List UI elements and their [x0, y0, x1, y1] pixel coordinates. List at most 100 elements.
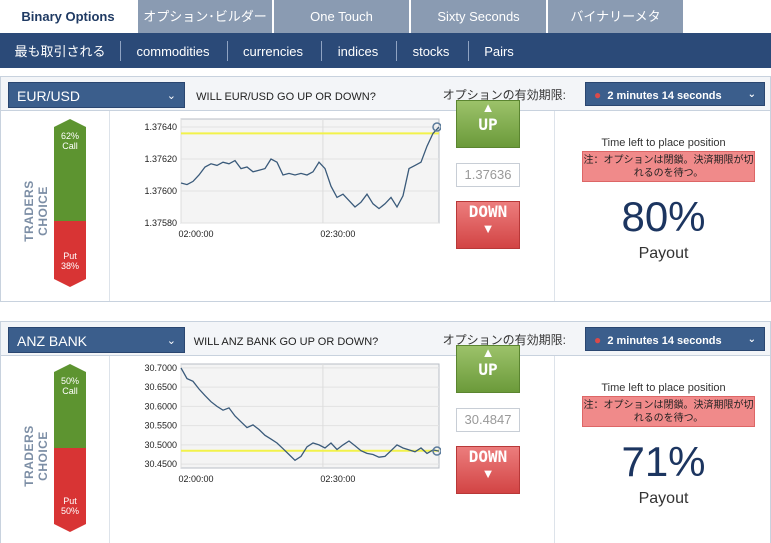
- subnav-divider: [227, 41, 228, 61]
- asset-select-value: EUR/USD: [17, 88, 81, 104]
- divider: [109, 356, 110, 543]
- down-button-label: DOWN: [468, 202, 508, 221]
- option-panel: ANZ BANK ⌄ オプションの有効期限: ● 2 minutes 14 se…: [0, 321, 771, 543]
- y-tick-label: 1.37620: [144, 154, 177, 164]
- subnav-most-traded[interactable]: 最も取引される: [8, 33, 112, 68]
- sentiment-bar-top: [54, 119, 86, 127]
- y-tick-label: 30.6500: [144, 382, 177, 392]
- option-panel: EUR/USD ⌄ オプションの有効期限: ● 2 minutes 14 sec…: [0, 76, 771, 302]
- divider: [554, 356, 555, 543]
- x-tick-label: 02:30:00: [320, 229, 355, 239]
- traders-choice: TRADERS CHOICE 62% Call Put 38%: [21, 119, 91, 287]
- y-tick-label: 1.37580: [144, 218, 177, 228]
- subnav-commodities[interactable]: commodities: [128, 33, 218, 68]
- x-tick-label: 02:00:00: [178, 229, 213, 239]
- asset-select-value: ANZ BANK: [17, 333, 88, 349]
- put-label: Put: [63, 496, 77, 506]
- sub-navigation: 最も取引される commodities currencies indices s…: [0, 33, 771, 68]
- call-label: Call: [62, 386, 78, 396]
- x-tick-label: 02:30:00: [320, 474, 355, 484]
- y-tick-label: 1.37640: [144, 122, 177, 132]
- up-button-label: UP: [478, 360, 498, 379]
- tab-option-builder[interactable]: オプション･ビルダー: [138, 0, 273, 33]
- tab-binary-meta[interactable]: バイナリーメタ: [548, 0, 684, 33]
- chart-title: WILL EUR/USD GO UP OR DOWN?: [196, 91, 376, 103]
- up-button-label: UP: [478, 115, 498, 134]
- call-segment: 62% Call: [54, 127, 86, 221]
- call-label: Call: [62, 141, 78, 151]
- payout-label: Payout: [638, 245, 689, 262]
- chevron-up-icon: ▲: [481, 345, 495, 360]
- option-closed-notice: 注：オプションは閉鎖。決済期限が切れるのを待つ。: [582, 396, 755, 427]
- subnav-currencies[interactable]: currencies: [235, 33, 311, 68]
- down-button-label: DOWN: [468, 447, 508, 466]
- tab-bar: Binary Options オプション･ビルダー One Touch Sixt…: [0, 0, 771, 33]
- price-chart: 1.37640 1.37620 1.37600 1.3758002:00:00 02:3…: [144, 118, 441, 239]
- alarm-clock-icon: ●: [594, 88, 602, 102]
- expiry-timer-select[interactable]: ● 2 minutes 14 seconds ⌄: [585, 327, 765, 351]
- alarm-clock-icon: ●: [594, 333, 602, 347]
- chevron-down-icon: ⌄: [747, 334, 756, 345]
- up-button[interactable]: ▲ UP: [456, 100, 520, 148]
- divider: [554, 111, 555, 301]
- page: Binary Options オプション･ビルダー One Touch Sixt…: [0, 0, 771, 543]
- sentiment-bar-bottom: [54, 279, 86, 287]
- plot-area: [180, 118, 440, 224]
- current-price: 30.4847: [456, 408, 520, 432]
- x-tick-label: 02:00:00: [178, 474, 213, 484]
- subnav-divider: [396, 41, 397, 61]
- payout-section: Time left to place position 注：オプションは閉鎖。決…: [557, 111, 770, 301]
- subnav-pairs[interactable]: Pairs: [476, 33, 522, 68]
- y-tick-label: 30.5000: [144, 440, 177, 450]
- payout-label: Payout: [638, 490, 689, 507]
- up-button[interactable]: ▲ UP: [456, 345, 520, 393]
- payout-percent: 71%: [621, 438, 706, 485]
- tab-one-touch[interactable]: One Touch: [274, 0, 410, 33]
- subnav-divider: [321, 41, 322, 61]
- traders-choice-label: TRADERS CHOICE: [22, 180, 50, 242]
- call-percent: 50%: [60, 376, 79, 386]
- subnav-indices[interactable]: indices: [329, 33, 387, 68]
- put-percent: 50%: [60, 506, 79, 516]
- chevron-up-icon: ▲: [481, 100, 495, 115]
- y-tick-label: 30.4500: [144, 459, 177, 469]
- tab-binary-options[interactable]: Binary Options: [0, 0, 137, 33]
- time-left-label: Time left to place position: [601, 382, 726, 394]
- chevron-down-icon: ⌄: [747, 89, 756, 100]
- chevron-down-icon: ▼: [481, 221, 495, 236]
- y-tick-label: 30.7000: [144, 363, 177, 373]
- put-percent: 38%: [60, 261, 79, 271]
- down-button[interactable]: DOWN ▼: [456, 201, 520, 249]
- payout-percent: 80%: [621, 193, 706, 240]
- expiry-timer-select[interactable]: ● 2 minutes 14 seconds ⌄: [585, 82, 765, 106]
- down-button[interactable]: DOWN ▼: [456, 446, 520, 494]
- sentiment-bar-top: [54, 364, 86, 372]
- tab-sixty-seconds[interactable]: Sixty Seconds: [411, 0, 547, 33]
- put-segment: Put 50%: [54, 448, 86, 524]
- traders-choice: TRADERS CHOICE 50% Call Put 50%: [21, 364, 91, 532]
- y-tick-label: 1.37600: [144, 186, 177, 196]
- time-left-label: Time left to place position: [601, 137, 726, 149]
- price-chart: 30.7000 30.6500 30.6000 30.5500 30.5000 30.45…: [144, 363, 441, 484]
- call-percent: 62%: [60, 131, 79, 141]
- traders-choice-label: TRADERS CHOICE: [22, 425, 50, 487]
- subnav-divider: [120, 41, 121, 61]
- chart-title: WILL ANZ BANK GO UP OR DOWN?: [193, 336, 379, 348]
- y-tick-label: 30.6000: [144, 401, 177, 411]
- y-tick-label: 30.5500: [144, 421, 177, 431]
- subnav-divider: [468, 41, 469, 61]
- divider: [109, 111, 110, 301]
- expiry-timer-value: 2 minutes 14 seconds: [607, 90, 722, 102]
- call-segment: 50% Call: [54, 372, 86, 448]
- subnav-stocks[interactable]: stocks: [404, 33, 458, 68]
- sentiment-bar: 50% Call Put 50%: [54, 364, 86, 532]
- chevron-down-icon: ▼: [481, 466, 495, 481]
- sentiment-bar-bottom: [54, 524, 86, 532]
- payout-section: Time left to place position 注：オプションは閉鎖。決…: [557, 356, 770, 543]
- put-segment: Put 38%: [54, 221, 86, 279]
- plot-area: [180, 363, 440, 469]
- current-price: 1.37636: [456, 163, 520, 187]
- option-closed-notice: 注：オプションは閉鎖。決済期限が切れるのを待つ。: [582, 151, 755, 182]
- expiry-timer-value: 2 minutes 14 seconds: [607, 335, 722, 347]
- sentiment-bar: 62% Call Put 38%: [54, 119, 86, 287]
